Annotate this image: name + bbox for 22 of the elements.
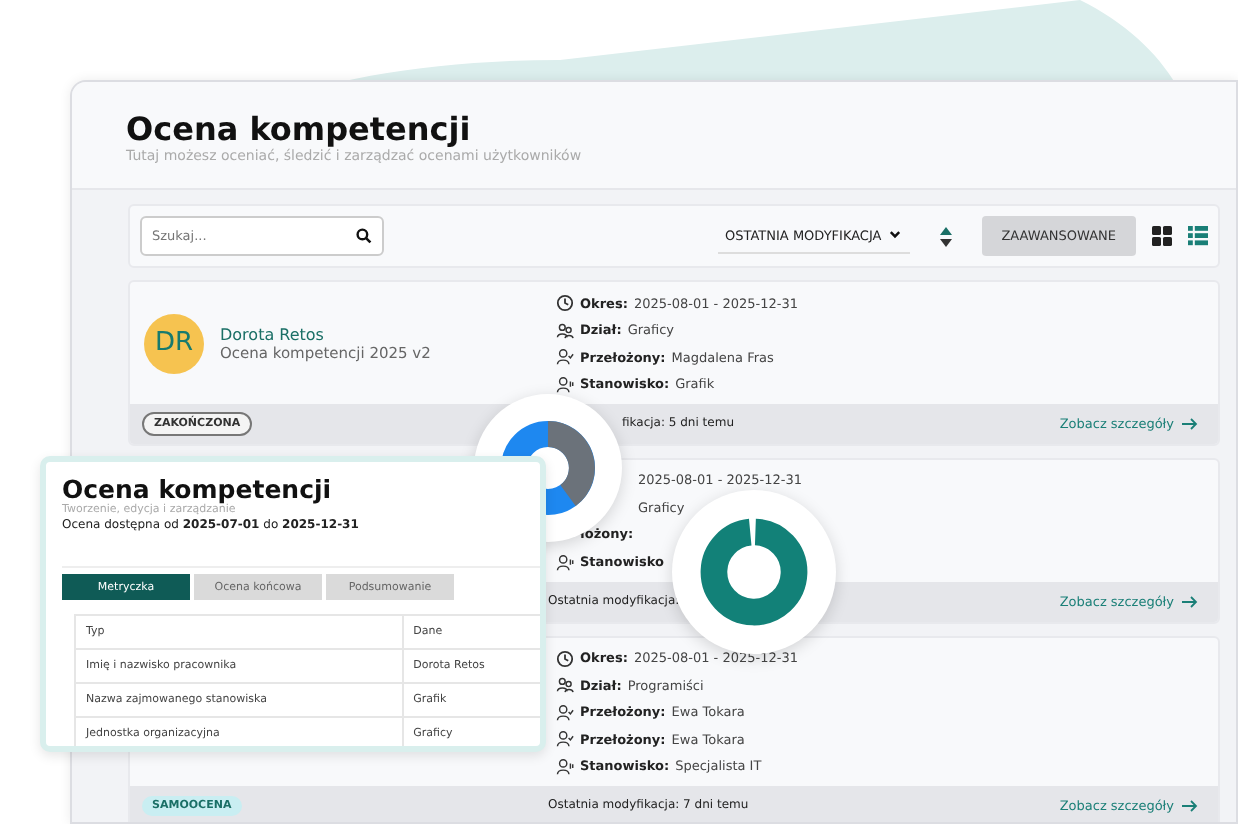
clock-icon [556, 649, 574, 668]
arrow-right-icon [1182, 417, 1198, 430]
person-check-icon [556, 703, 574, 722]
sort-order-icon [937, 225, 954, 247]
search-icon [356, 228, 372, 244]
person-badge-icon [556, 375, 574, 394]
clock-icon [556, 294, 574, 312]
page-title: Ocena kompetencji [126, 110, 473, 148]
panel-title: Ocena kompetencji [62, 474, 334, 504]
employee-name[interactable]: Dorota Retos [220, 325, 431, 344]
avatar: DR [144, 313, 204, 374]
person-check-icon [556, 348, 574, 367]
grid-view-icon[interactable] [1152, 226, 1172, 246]
person-check-icon [556, 730, 574, 749]
person-badge-icon [556, 757, 574, 776]
chevron-down-icon [887, 228, 902, 242]
list-view-icon[interactable] [1188, 226, 1208, 246]
people-icon [556, 676, 574, 695]
people-icon [556, 321, 574, 340]
person-badge-icon [556, 553, 574, 572]
arrow-right-icon [1182, 799, 1198, 812]
arrow-right-icon [1182, 595, 1198, 608]
